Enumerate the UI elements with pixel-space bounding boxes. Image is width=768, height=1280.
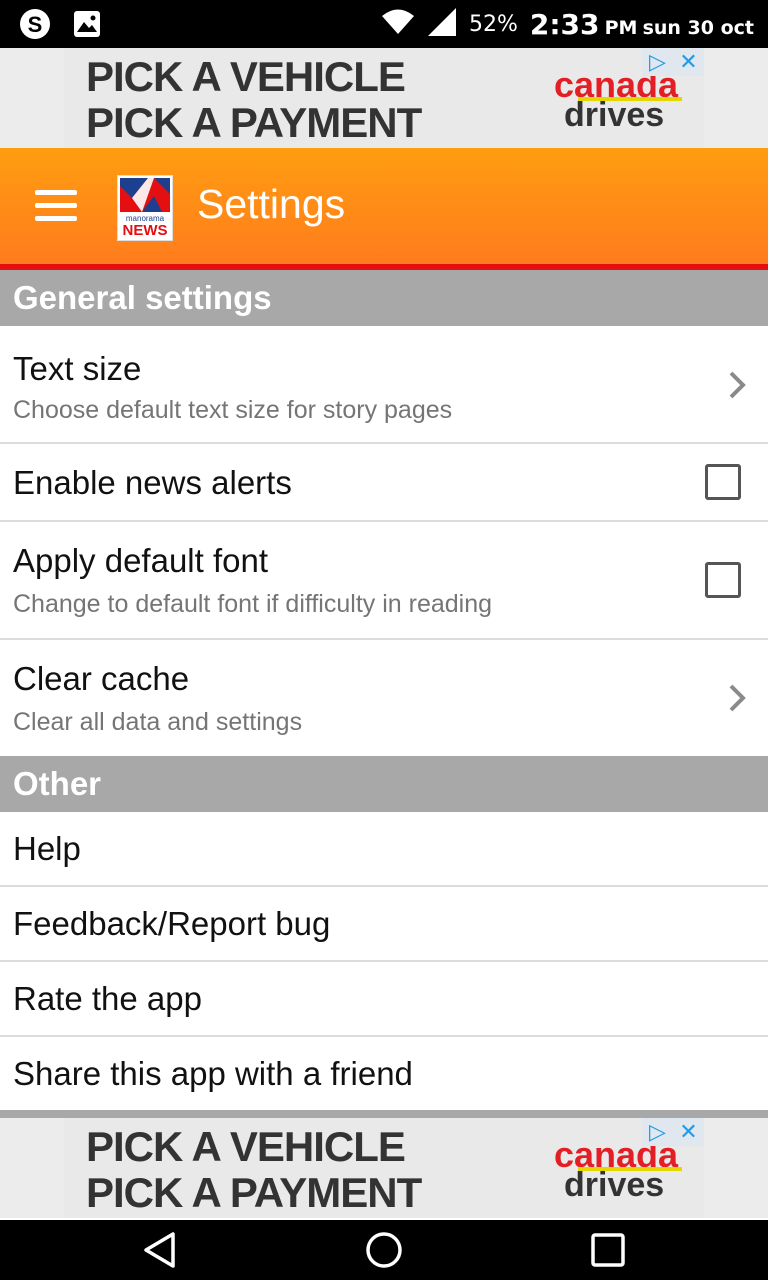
setting-help[interactable]: Help	[0, 812, 768, 887]
list-bottom-divider	[0, 1110, 768, 1118]
setting-enable-news-alerts[interactable]: Enable news alerts	[0, 444, 768, 522]
section-header-other: Other	[0, 756, 768, 812]
default-font-checkbox[interactable]	[705, 562, 741, 598]
image-icon	[70, 7, 104, 41]
adchoices-icon[interactable]: ▷	[642, 1118, 673, 1146]
ad-brand-bottom: drives	[564, 96, 665, 134]
ad-line-1: PICK A VEHICLE	[86, 53, 406, 100]
setting-share-app[interactable]: Share this app with a friend	[0, 1037, 768, 1110]
news-alerts-checkbox[interactable]	[705, 464, 741, 500]
close-icon[interactable]: ✕	[673, 1118, 704, 1146]
wifi-icon	[381, 9, 415, 39]
setting-title: Clear cache	[13, 660, 190, 697]
ad-banner-top[interactable]: PICK A VEHICLE PICK A PAYMENT canada dri…	[0, 48, 768, 148]
chevron-right-icon	[729, 684, 746, 712]
ad-creative[interactable]: PICK A VEHICLE PICK A PAYMENT canada dri…	[64, 48, 704, 148]
setting-apply-default-font[interactable]: Apply default font Change to default fon…	[0, 522, 768, 640]
ad-banner-bottom[interactable]: PICK A VEHICLE PICK A PAYMENT canada dri…	[0, 1118, 768, 1218]
section-header-general: General settings	[0, 270, 768, 326]
skype-icon: S	[18, 7, 52, 41]
ad-choices[interactable]: ▷ ✕	[642, 48, 704, 76]
ad-line-2: PICK A PAYMENT	[86, 1169, 422, 1216]
setting-subtitle: Choose default text size for story pages	[13, 396, 453, 424]
status-bar: S 52% 2:33 PM sun 30 oct	[0, 0, 768, 48]
setting-title: Rate the app	[13, 980, 202, 1017]
navigation-bar	[0, 1220, 768, 1280]
back-icon[interactable]	[140, 1230, 180, 1270]
menu-button[interactable]	[26, 186, 86, 226]
home-icon[interactable]	[364, 1230, 404, 1270]
ad-line-2: PICK A PAYMENT	[86, 99, 422, 146]
hamburger-icon	[35, 190, 77, 195]
setting-title: Enable news alerts	[13, 464, 292, 501]
setting-rate-the-app[interactable]: Rate the app	[0, 962, 768, 1037]
recents-icon[interactable]	[588, 1230, 628, 1270]
setting-title: Feedback/Report bug	[13, 905, 331, 942]
clock-date: sun 30 oct	[642, 16, 754, 39]
ad-line-1: PICK A VEHICLE	[86, 1123, 406, 1170]
setting-title: Text size	[13, 350, 142, 387]
ad-creative[interactable]: PICK A VEHICLE PICK A PAYMENT canada dri…	[64, 1118, 704, 1218]
svg-text:S: S	[28, 12, 43, 37]
setting-title: Apply default font	[13, 542, 269, 579]
clock-time: 2:33	[529, 7, 600, 41]
setting-clear-cache[interactable]: Clear cache Clear all data and settings	[0, 640, 768, 756]
setting-text-size[interactable]: Text size Choose default text size for s…	[0, 326, 768, 444]
hamburger-icon	[35, 216, 77, 221]
hamburger-icon	[35, 203, 77, 208]
battery-percentage: 52%	[468, 11, 518, 37]
clock-ampm: PM	[604, 16, 638, 39]
chevron-right-icon	[729, 371, 746, 399]
close-icon[interactable]: ✕	[673, 48, 704, 76]
adchoices-icon[interactable]: ▷	[642, 48, 673, 76]
setting-title: Help	[13, 830, 81, 867]
logo-mark-icon	[120, 178, 170, 212]
setting-subtitle: Change to default font if difficulty in …	[13, 590, 493, 618]
ad-headline: PICK A VEHICLE PICK A PAYMENT	[86, 1123, 422, 1216]
ad-brand-bottom: drives	[564, 1166, 665, 1204]
ad-choices[interactable]: ▷ ✕	[642, 1118, 704, 1146]
setting-title: Share this app with a friend	[13, 1055, 413, 1092]
ad-headline: PICK A VEHICLE PICK A PAYMENT	[86, 53, 422, 146]
page-title: Settings	[197, 181, 346, 227]
setting-subtitle: Clear all data and settings	[13, 708, 303, 736]
setting-feedback-report-bug[interactable]: Feedback/Report bug	[0, 887, 768, 962]
logo-text-bottom: NEWS	[122, 222, 168, 239]
app-logo: manorama NEWS	[117, 175, 173, 241]
app-bar: manorama NEWS Settings	[0, 148, 768, 264]
signal-icon	[427, 7, 457, 41]
